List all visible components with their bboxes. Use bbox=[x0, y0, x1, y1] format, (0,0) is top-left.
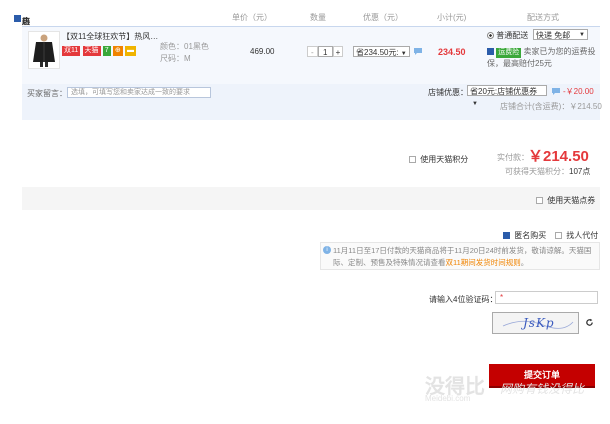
product-thumbnail[interactable] bbox=[28, 31, 60, 69]
product-row: 【双11全球狂欢节】热风… 双11 天猫 7 ⊕ ▬ 颜色：01黑色 尺码：M … bbox=[22, 26, 600, 86]
chevron-down-icon: ▼ bbox=[579, 32, 585, 38]
points-earned-label: 可获得天猫积分： bbox=[505, 167, 569, 176]
product-size: 尺码：M bbox=[160, 54, 191, 63]
message-input[interactable]: 选填，可填写您和卖家达成一致的要求 bbox=[67, 87, 211, 98]
watermark-domain: Meidebi.com bbox=[425, 394, 471, 403]
badge-double11: 双11 bbox=[62, 46, 81, 56]
captcha-label-text: 请输入4位验证码： bbox=[429, 295, 498, 304]
anonymous-checkbox[interactable] bbox=[503, 232, 510, 240]
message-row: 买家留言： 选填，可填写您和卖家达成一致的要求 店铺优惠： 省20元:店铺优惠券… bbox=[22, 84, 602, 120]
badge-7day: 7 bbox=[102, 46, 111, 56]
proxy-pay-checkbox[interactable] bbox=[555, 232, 562, 240]
col-subtotal: 小计(元) bbox=[437, 13, 467, 22]
discount-help-icon[interactable] bbox=[413, 46, 423, 58]
shipping-option-label: 普通配送 bbox=[496, 31, 529, 40]
shipping-radio[interactable] bbox=[487, 32, 494, 40]
notice-text-end: 。 bbox=[520, 258, 529, 267]
qty-plus-button[interactable]: + bbox=[332, 46, 344, 57]
coupon-help-icon[interactable] bbox=[551, 86, 561, 98]
tmall-coupon-row: 使用天猫点券 bbox=[22, 187, 600, 210]
shipping-insurance: 运费险 卖家已为您的运费投保，最高赔付25元 bbox=[487, 46, 597, 69]
chevron-down-icon: ▼ bbox=[400, 51, 407, 57]
tmall-points-label: 使用天猫积分 bbox=[420, 155, 469, 164]
col-price: 单价（元） bbox=[232, 13, 272, 22]
proxy-pay-option[interactable]: 找人代付 bbox=[555, 230, 598, 241]
points-earned: 可获得天猫积分：107点 bbox=[505, 166, 590, 177]
shipping-method-select[interactable]: 快递 免邮 ▼ bbox=[533, 29, 588, 40]
shop-total: 店铺合计(含运费)：￥214.50 bbox=[500, 101, 602, 112]
badge-credit-card: ▬ bbox=[125, 46, 136, 56]
col-qty: 数量 bbox=[310, 13, 326, 22]
shop-coupon-value: 省20元:店铺优惠券 bbox=[470, 87, 538, 96]
proxy-pay-label: 找人代付 bbox=[566, 231, 599, 240]
item-discount-value: 省234.50元: bbox=[356, 48, 399, 57]
shipping-notice: i 11月11日至17日付款的天猫商品将于11月20日24时前发货，敬请谅解。天… bbox=[320, 242, 600, 270]
payment-label: 实付款： bbox=[497, 153, 529, 162]
unit-price: 469.00 bbox=[250, 47, 275, 56]
required-mark: * bbox=[500, 293, 504, 302]
payment-amount: ￥214.50 bbox=[528, 148, 589, 165]
refresh-icon[interactable] bbox=[585, 318, 594, 329]
points-earned-value: 107点 bbox=[569, 167, 591, 176]
item-discount-select[interactable]: 省234.50元: ▼ bbox=[353, 46, 410, 57]
product-title[interactable]: 【双11全球狂欢节】热风… bbox=[62, 31, 162, 42]
quantity-stepper: -1 + bbox=[307, 46, 344, 57]
notice-link[interactable]: 双11期间发货时间规则 bbox=[446, 258, 521, 267]
tmall-points-option[interactable]: 使用天猫积分 bbox=[409, 154, 468, 165]
cart-header: 店铺：热风旗舰店 单价（元） 数量 优惠（元） 小计(元) 配送方式 bbox=[0, 8, 610, 70]
item-subtotal: 234.50 bbox=[438, 47, 466, 57]
product-color: 颜色：01黑色 bbox=[160, 42, 209, 51]
shop-coupon-label: 店铺优惠： bbox=[428, 88, 468, 97]
badge-tmall: 天猫 bbox=[82, 46, 101, 56]
qty-minus-button[interactable]: - bbox=[307, 46, 318, 57]
tmall-coupon-option[interactable]: 使用天猫点券 bbox=[536, 195, 595, 206]
captcha-label: 请输入4位验证码： bbox=[429, 294, 497, 305]
info-icon: i bbox=[323, 246, 331, 254]
shop-total-label: 店铺合计(含运费)： bbox=[500, 102, 570, 111]
product-badges: 双11 天猫 7 ⊕ ▬ bbox=[62, 45, 136, 56]
badge-guarantee: ⊕ bbox=[112, 46, 123, 56]
tmall-coupon-label: 使用天猫点券 bbox=[547, 196, 596, 205]
col-shipping: 配送方式 bbox=[527, 13, 559, 22]
qty-input[interactable]: 1 bbox=[317, 46, 333, 57]
anonymous-option[interactable]: 匿名购买 bbox=[503, 230, 546, 241]
shipping-method-value: 快递 免邮 bbox=[536, 31, 571, 40]
captcha-image[interactable]: JsKp bbox=[492, 312, 579, 334]
tmall-coupon-checkbox[interactable] bbox=[536, 197, 543, 205]
shipping-option[interactable]: 普通配送 bbox=[487, 30, 528, 41]
tmall-points-checkbox[interactable] bbox=[409, 156, 416, 164]
captcha-input[interactable]: * bbox=[495, 291, 598, 304]
shop-total-value: ￥214.50 bbox=[569, 102, 602, 111]
shop-coupon-amount: -￥20.00 bbox=[563, 87, 594, 96]
insurance-tag: 运费险 bbox=[496, 48, 522, 58]
col-discount: 优惠（元） bbox=[363, 13, 403, 22]
watermark-slogan: 网购有钱没得比 bbox=[500, 382, 585, 396]
message-label: 买家留言： bbox=[27, 89, 67, 98]
insurance-checkbox[interactable] bbox=[487, 48, 494, 56]
captcha-text: JsKp bbox=[523, 316, 555, 330]
chevron-down-icon: ▼ bbox=[472, 101, 478, 107]
anonymous-label: 匿名购买 bbox=[514, 231, 547, 240]
jacket-image bbox=[33, 34, 55, 67]
